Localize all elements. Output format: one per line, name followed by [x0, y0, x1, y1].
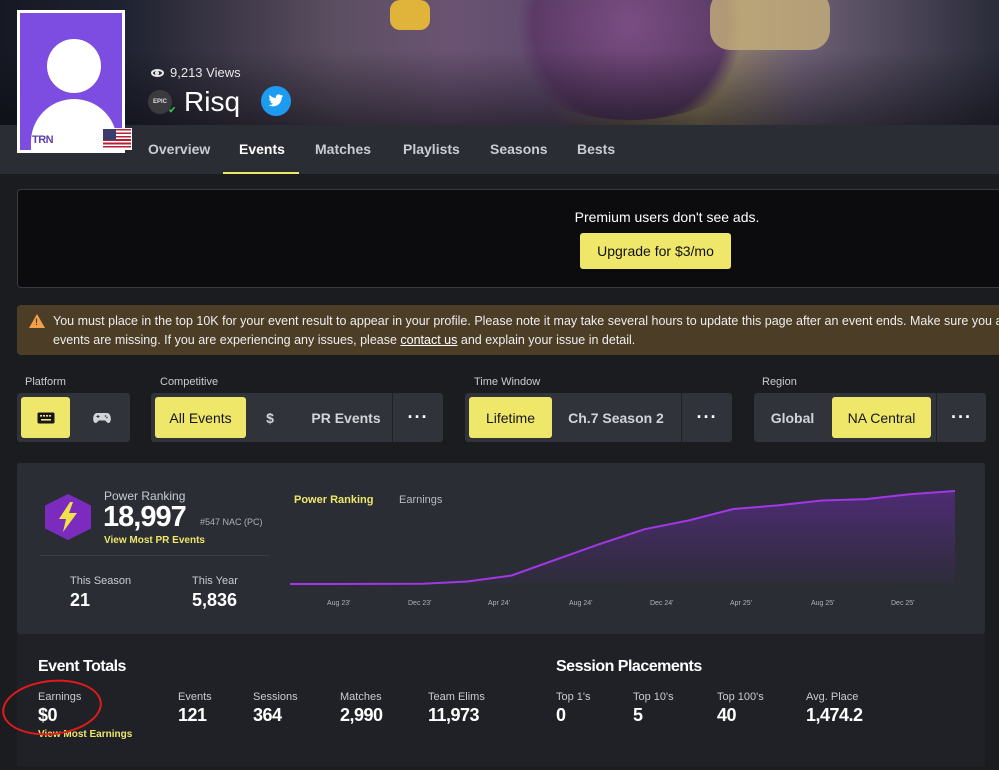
x-tick-label: Aug 24'	[569, 600, 593, 607]
event-totals-title: Event Totals	[38, 658, 126, 675]
this-year-label: This Year	[192, 575, 238, 587]
this-season-label: This Season	[70, 575, 132, 587]
warning-text: You must place in the top 10K for your e…	[53, 312, 999, 350]
trn-logo: TRN	[32, 134, 54, 146]
x-tick-label: Aug 23'	[327, 600, 351, 607]
regional-rank: #547 NAC (PC)	[200, 517, 263, 527]
platform-label: Platform	[25, 376, 66, 388]
profile-tabbar: Overview Events Matches Playlists Season…	[0, 125, 999, 174]
x-tick-label: Apr 25'	[730, 600, 752, 607]
avatar-head	[47, 39, 101, 93]
events-value: 121	[178, 705, 207, 725]
top10-value: 5	[633, 705, 643, 725]
view-most-pr-events-link[interactable]: View Most PR Events	[104, 535, 205, 546]
eye-icon	[151, 68, 164, 77]
global-button[interactable]: Global	[758, 397, 827, 438]
team-elims-label: Team Elims	[428, 691, 485, 703]
time-window-filter: Lifetime Ch.7 Season 2 ···	[465, 393, 732, 442]
view-count-text: 9,213 Views	[170, 65, 241, 80]
sessions-label: Sessions	[253, 691, 298, 703]
lifetime-button[interactable]: Lifetime	[469, 397, 552, 438]
this-season-value: 21	[70, 590, 91, 610]
x-tick-label: Dec 24'	[650, 600, 674, 607]
top10-label: Top 10's	[633, 691, 674, 703]
region-more-button[interactable]: ···	[937, 397, 986, 438]
platform-controller-button[interactable]	[77, 397, 126, 438]
x-tick-label: Dec 25'	[891, 600, 915, 607]
time-window-more-button[interactable]: ···	[682, 397, 732, 438]
matches-label: Matches	[340, 691, 382, 703]
view-count: 9,213 Views	[151, 65, 241, 80]
tab-matches[interactable]: Matches	[315, 141, 371, 157]
sessions-value: 364	[253, 705, 282, 725]
lightning-icon	[59, 502, 77, 532]
competitive-label: Competitive	[160, 376, 219, 388]
x-tick-label: Apr 24'	[488, 600, 510, 607]
tab-events[interactable]: Events	[239, 141, 285, 157]
tab-seasons[interactable]: Seasons	[490, 141, 548, 157]
top100-label: Top 100's	[717, 691, 764, 703]
platform-keyboard-button[interactable]	[21, 397, 70, 438]
tab-bests[interactable]: Bests	[577, 141, 615, 157]
player-name: Risq	[184, 86, 241, 117]
competitive-filter: All Events $ PR Events ···	[151, 393, 443, 442]
warning-banner: ! You must place in the top 10K for your…	[17, 305, 999, 355]
all-events-button[interactable]: All Events	[155, 397, 246, 438]
top1-value: 0	[556, 705, 566, 725]
top1-label: Top 1's	[556, 691, 591, 703]
warning-icon: !	[29, 314, 45, 328]
active-tab-indicator	[223, 172, 299, 174]
upgrade-button[interactable]: Upgrade for $3/mo	[580, 233, 731, 269]
team-elims-value: 11,973	[428, 705, 480, 725]
warning-line-1: You must place in the top 10K for your e…	[53, 314, 999, 328]
power-ranking-chart	[290, 490, 956, 585]
earnings-filter-button[interactable]: $	[255, 397, 285, 438]
keyboard-icon	[37, 412, 54, 423]
na-central-button[interactable]: NA Central	[832, 397, 931, 438]
epic-badge-text: EPIC	[152, 99, 167, 105]
controller-icon	[92, 412, 111, 423]
ad-banner: Premium users don't see ads.	[17, 189, 999, 288]
this-year-value: 5,836	[192, 590, 238, 610]
avg-place-value: 1,474.2	[806, 705, 863, 725]
x-tick-label: Dec 23'	[408, 600, 432, 607]
tab-playlists[interactable]: Playlists	[403, 141, 460, 157]
time-window-label: Time Window	[474, 376, 541, 388]
session-placements-title: Session Placements	[556, 658, 702, 675]
tab-overview[interactable]: Overview	[148, 141, 210, 157]
pr-events-button[interactable]: PR Events	[296, 397, 396, 438]
region-filter: Global NA Central ···	[754, 393, 986, 442]
matches-value: 2,990	[340, 705, 383, 725]
warning-line-2: events are missing. If you are experienc…	[53, 331, 999, 350]
divider	[40, 555, 269, 556]
us-flag-icon	[102, 128, 132, 150]
warning-line-2-end: and explain your issue in detail.	[457, 333, 636, 347]
platform-filter	[17, 393, 130, 442]
contact-us-link[interactable]: contact us	[400, 333, 457, 347]
warning-line-2-start: events are missing. If you are experienc…	[53, 333, 401, 347]
top100-value: 40	[717, 705, 737, 725]
verified-check-icon: ✔	[168, 105, 176, 115]
x-tick-label: Aug 25'	[811, 600, 835, 607]
season-button[interactable]: Ch.7 Season 2	[557, 397, 675, 438]
region-label: Region	[762, 376, 797, 388]
avg-place-label: Avg. Place	[806, 691, 859, 703]
ad-message: Premium users don't see ads.	[574, 209, 760, 225]
epic-games-icon: EPIC ✔	[148, 90, 176, 115]
power-ranking-value: 18,997	[103, 501, 187, 533]
events-label: Events	[178, 691, 212, 703]
twitter-icon[interactable]	[261, 86, 291, 116]
competitive-more-button[interactable]: ···	[393, 397, 443, 438]
